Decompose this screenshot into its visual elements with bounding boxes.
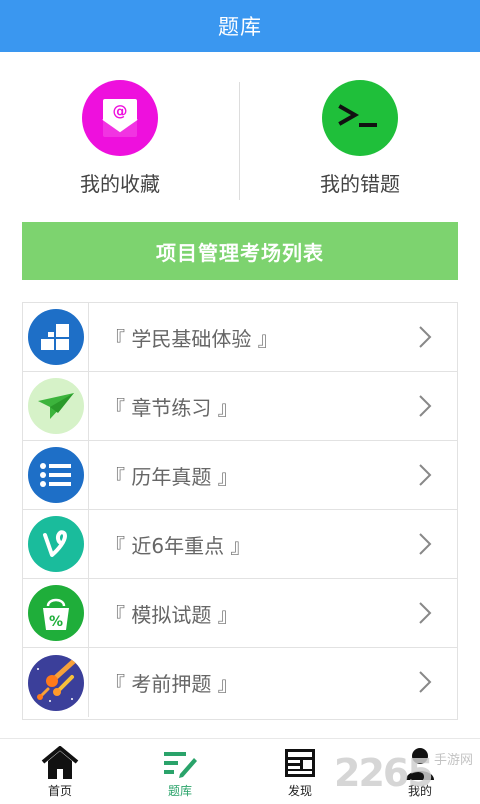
wrong-answers-button[interactable]: 我的错题: [240, 52, 480, 208]
svg-text:手游网: 手游网: [434, 753, 473, 768]
percent-bag-icon: %: [27, 585, 84, 641]
tiles-icon: [27, 309, 84, 365]
quick-actions: @ 我的收藏 我的错题: [0, 52, 480, 208]
svg-text:%: %: [48, 614, 62, 630]
list-item-label: 『 考前押题 』: [105, 672, 238, 696]
list-item-mock-exams[interactable]: % 『 模拟试题 』: [23, 579, 457, 648]
watermark-logo: 2265 手游网: [332, 744, 480, 800]
nav-home[interactable]: 首页: [0, 739, 120, 801]
list-item-label: 『 近6年重点 』: [105, 533, 251, 558]
list-item-label: 『 模拟试题 』: [105, 602, 238, 627]
list-icon: [27, 447, 84, 503]
list-item-basic[interactable]: 『 学民基础体验 』: [23, 303, 457, 372]
top-bar: 题库: [0, 0, 480, 52]
nav-label: 首页: [47, 784, 72, 798]
chevron-right-icon: [419, 326, 432, 348]
nav-label: 发现: [287, 784, 312, 798]
chevron-right-icon: [419, 533, 432, 555]
mail-at-icon: @: [82, 80, 158, 156]
chevron-right-icon: [419, 395, 432, 417]
vine-icon: [27, 516, 84, 572]
list-item-chapter[interactable]: 『 章节练习 』: [23, 372, 457, 441]
page-title: 题库: [218, 15, 262, 39]
exam-list-header: 项目管理考场列表: [22, 222, 458, 280]
list-item-past-exams[interactable]: 『 历年真题 』: [23, 441, 457, 510]
exam-list: 『 学民基础体验 』 『 章节练习 』 『 历年真题 』 『 近6年重点 』 %…: [22, 302, 458, 720]
list-item-key-points[interactable]: 『 近6年重点 』: [23, 510, 457, 579]
meteor-icon: [27, 654, 84, 711]
nav-question-bank[interactable]: 题库: [120, 739, 240, 801]
list-item-label: 『 章节练习 』: [105, 395, 238, 420]
chevron-right-icon: [419, 671, 432, 693]
favorites-label: 我的收藏: [80, 172, 160, 196]
edit-list-icon: [160, 745, 200, 781]
nav-label: 题库: [167, 784, 192, 798]
list-item-label: 『 历年真题 』: [105, 464, 238, 489]
favorites-button[interactable]: @ 我的收藏: [0, 52, 240, 208]
chevron-right-icon: [419, 464, 432, 486]
home-icon: [40, 745, 80, 781]
svg-text:@: @: [113, 102, 128, 120]
news-icon: [280, 745, 320, 781]
section-title: 项目管理考场列表: [156, 240, 324, 265]
svg-text:2265: 2265: [334, 751, 432, 795]
paper-plane-icon: [27, 378, 84, 434]
list-item-final-predictions[interactable]: 『 考前押题 』: [23, 648, 457, 717]
wrong-answers-label: 我的错题: [320, 172, 400, 196]
terminal-icon: [322, 80, 398, 156]
chevron-right-icon: [419, 602, 432, 624]
list-item-label: 『 学民基础体验 』: [105, 326, 278, 351]
